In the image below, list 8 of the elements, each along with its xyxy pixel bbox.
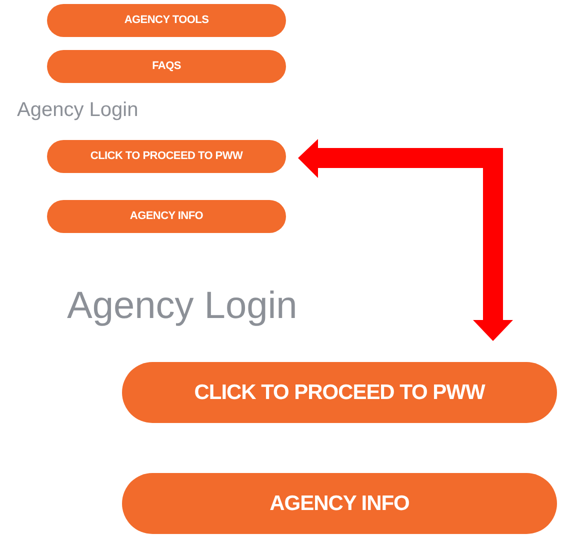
section-heading: Agency Login	[67, 284, 298, 329]
menu-button[interactable]: AGENCY INFO	[47, 200, 286, 233]
menu-button[interactable]: CLICK TO PROCEED TO PWW	[47, 140, 286, 173]
menu-button[interactable]: AGENCY INFO	[122, 473, 557, 534]
menu-button[interactable]: CLICK TO PROCEED TO PWW	[122, 362, 557, 423]
menu-button[interactable]: FAQS	[47, 50, 286, 83]
section-heading: Agency Login	[17, 98, 138, 122]
menu-button[interactable]: AGENCY TOOLS	[47, 4, 286, 37]
